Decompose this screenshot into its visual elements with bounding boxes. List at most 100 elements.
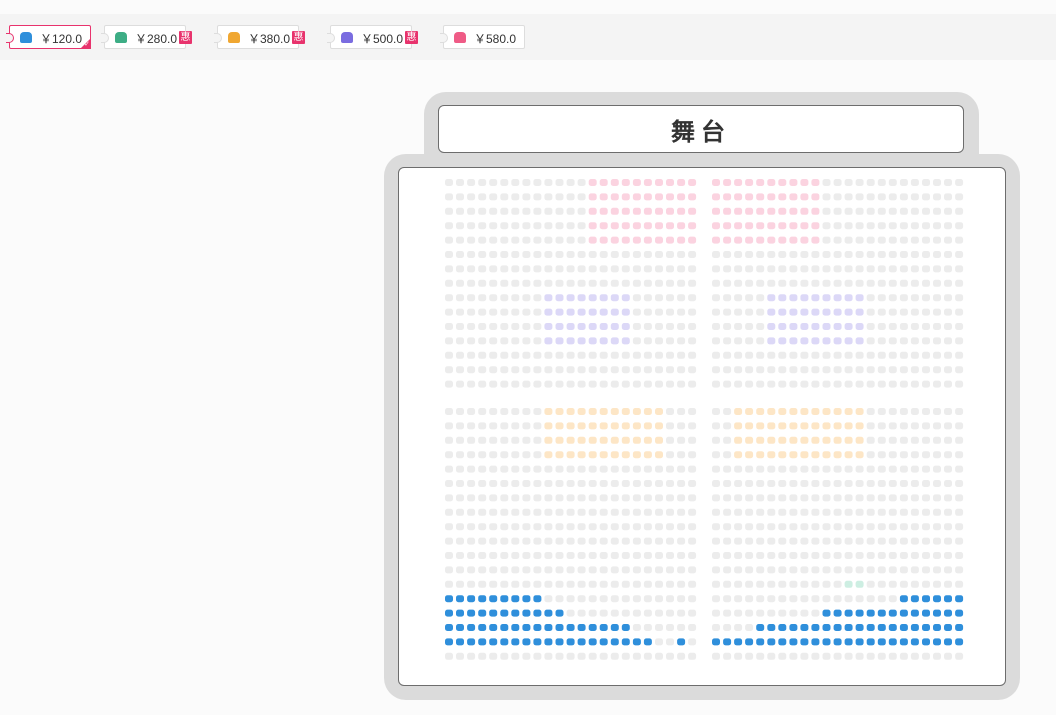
seat[interactable] bbox=[544, 609, 553, 617]
seat[interactable] bbox=[955, 638, 964, 646]
price-tab-2[interactable]: ￥380.0 惠 bbox=[214, 25, 305, 49]
seat[interactable] bbox=[877, 624, 886, 631]
seat[interactable] bbox=[877, 638, 886, 646]
seat[interactable] bbox=[922, 609, 930, 617]
seat[interactable] bbox=[610, 638, 619, 646]
seat[interactable] bbox=[811, 624, 820, 631]
seat[interactable] bbox=[822, 638, 831, 646]
seat[interactable] bbox=[599, 638, 608, 646]
seat[interactable] bbox=[944, 638, 952, 646]
seat[interactable] bbox=[944, 609, 952, 617]
seat[interactable] bbox=[910, 624, 919, 631]
seat[interactable] bbox=[467, 595, 476, 603]
seat[interactable] bbox=[933, 638, 941, 646]
seat[interactable] bbox=[955, 609, 964, 617]
seat[interactable] bbox=[456, 638, 464, 646]
seat[interactable] bbox=[877, 609, 886, 617]
seat[interactable] bbox=[789, 638, 798, 646]
seat[interactable] bbox=[555, 638, 564, 646]
seat[interactable] bbox=[588, 638, 597, 646]
price-tab-1[interactable]: ￥280.0 惠 bbox=[101, 25, 192, 49]
price-tab-3[interactable]: ￥500.0 惠 bbox=[327, 25, 418, 49]
seat[interactable] bbox=[445, 638, 453, 646]
seat[interactable] bbox=[866, 638, 875, 646]
seat[interactable] bbox=[533, 624, 542, 631]
seat[interactable] bbox=[522, 595, 531, 603]
seat[interactable] bbox=[445, 609, 453, 617]
seat[interactable] bbox=[478, 624, 487, 631]
seat[interactable] bbox=[767, 624, 776, 631]
seat[interactable] bbox=[445, 595, 453, 603]
seat[interactable] bbox=[643, 638, 652, 646]
seat[interactable] bbox=[844, 624, 853, 631]
seat[interactable] bbox=[533, 595, 542, 603]
seat[interactable] bbox=[544, 624, 553, 631]
seat[interactable] bbox=[467, 609, 476, 617]
seat[interactable] bbox=[566, 638, 575, 646]
seat[interactable] bbox=[511, 624, 520, 631]
seat[interactable] bbox=[833, 638, 842, 646]
seat[interactable] bbox=[866, 624, 875, 631]
seat[interactable] bbox=[456, 595, 464, 603]
seat[interactable] bbox=[610, 624, 619, 631]
seat[interactable] bbox=[511, 638, 520, 646]
seat[interactable] bbox=[822, 609, 831, 617]
seat[interactable] bbox=[555, 624, 564, 631]
price-tab-0[interactable]: ￥120.0 ✓ bbox=[6, 25, 91, 49]
seat[interactable] bbox=[500, 609, 509, 617]
seat[interactable] bbox=[533, 638, 542, 646]
seat[interactable] bbox=[855, 624, 864, 631]
price-tab-4[interactable]: ￥580.0 bbox=[440, 25, 525, 49]
seat[interactable] bbox=[844, 609, 853, 617]
seat[interactable] bbox=[522, 609, 531, 617]
seat[interactable] bbox=[533, 609, 542, 617]
seat[interactable] bbox=[811, 638, 820, 646]
seat[interactable] bbox=[734, 638, 743, 646]
seat[interactable] bbox=[833, 609, 842, 617]
seat[interactable] bbox=[756, 624, 765, 631]
seat[interactable] bbox=[866, 609, 875, 617]
seat[interactable] bbox=[478, 595, 487, 603]
seat[interactable] bbox=[822, 624, 831, 631]
seat[interactable] bbox=[522, 638, 531, 646]
seat[interactable] bbox=[800, 624, 809, 631]
seat[interactable] bbox=[899, 638, 908, 646]
seat[interactable] bbox=[621, 624, 630, 631]
seat[interactable] bbox=[944, 595, 952, 603]
seat[interactable] bbox=[910, 609, 919, 617]
seat[interactable] bbox=[955, 595, 964, 603]
seat[interactable] bbox=[621, 638, 630, 646]
seat[interactable] bbox=[511, 609, 520, 617]
seat[interactable] bbox=[566, 624, 575, 631]
seat[interactable] bbox=[500, 595, 509, 603]
seat[interactable] bbox=[599, 624, 608, 631]
seat[interactable] bbox=[489, 624, 498, 631]
seat[interactable] bbox=[888, 624, 897, 631]
seat[interactable] bbox=[910, 595, 919, 603]
seat[interactable] bbox=[489, 609, 498, 617]
seat[interactable] bbox=[899, 609, 908, 617]
seat[interactable] bbox=[833, 624, 842, 631]
seat[interactable] bbox=[933, 595, 941, 603]
seat[interactable] bbox=[511, 595, 520, 603]
seat[interactable] bbox=[467, 638, 476, 646]
seat[interactable] bbox=[544, 638, 553, 646]
seat[interactable] bbox=[577, 638, 586, 646]
seat[interactable] bbox=[456, 624, 464, 631]
seat[interactable] bbox=[888, 638, 897, 646]
seat[interactable] bbox=[778, 638, 787, 646]
seat[interactable] bbox=[489, 595, 498, 603]
seat[interactable] bbox=[489, 638, 498, 646]
seat[interactable] bbox=[778, 624, 787, 631]
seat[interactable] bbox=[478, 609, 487, 617]
seat[interactable] bbox=[922, 595, 930, 603]
seat[interactable] bbox=[767, 638, 776, 646]
seat[interactable] bbox=[522, 624, 531, 631]
seat[interactable] bbox=[855, 638, 864, 646]
seat[interactable] bbox=[789, 624, 798, 631]
seat[interactable] bbox=[756, 638, 765, 646]
seat[interactable] bbox=[478, 638, 487, 646]
seat[interactable] bbox=[844, 638, 853, 646]
seat[interactable] bbox=[712, 638, 720, 646]
seat[interactable] bbox=[899, 595, 908, 603]
